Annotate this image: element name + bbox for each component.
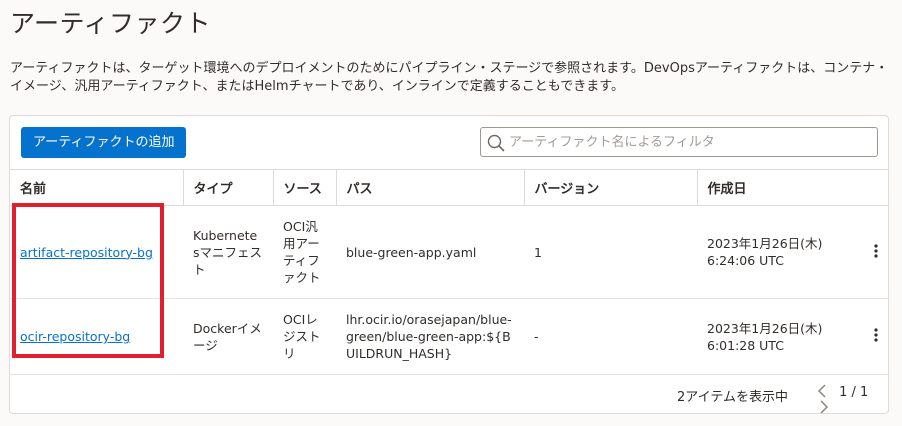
page-title: アーティファクト xyxy=(10,9,212,38)
artifact-created-cell: 2023年1月26日(木) 6:24:06 UTC xyxy=(697,205,888,299)
chevron-right-icon[interactable] xyxy=(816,400,830,414)
column-header-created[interactable]: 作成日 xyxy=(697,169,888,206)
artifact-type: Kubernetesマニフェスト xyxy=(183,205,273,299)
artifact-path: lhr.ocir.io/orasejapan/blue-green/blue-g… xyxy=(336,298,524,375)
artifact-type: Dockerイメージ xyxy=(183,298,273,375)
artifact-name-link[interactable]: artifact-repository-bg xyxy=(20,245,153,260)
pagination: 1 / 1 xyxy=(816,384,888,416)
table-header-row: 名前 タイプ ソース パス バージョン 作成日 xyxy=(10,169,888,206)
artifact-created: 2023年1月26日(木) 6:24:06 UTC xyxy=(707,236,823,268)
table-row: artifact-repository-bg Kubernetesマニフェスト … xyxy=(10,205,888,299)
chevron-left-icon[interactable] xyxy=(816,384,830,398)
kebab-menu-icon[interactable] xyxy=(874,328,878,345)
table-row: ocir-repository-bg Dockerイメージ OCIレジストリ l… xyxy=(10,298,888,375)
page-description: アーティファクトは、ターゲット環境へのデプロイメントのためにパイプライン・ステー… xyxy=(10,61,889,94)
kebab-menu-icon[interactable] xyxy=(874,243,878,261)
artifact-version: - xyxy=(524,298,697,375)
filter-box[interactable] xyxy=(480,127,878,157)
filter-input[interactable] xyxy=(509,130,869,154)
add-artifact-button[interactable]: アーティファクトの追加 xyxy=(21,127,187,158)
column-header-version[interactable]: バージョン xyxy=(524,169,698,206)
artifact-name-link[interactable]: ocir-repository-bg xyxy=(20,329,130,344)
artifact-source: OCI汎用アーティファクト xyxy=(273,205,336,299)
artifacts-panel: アーティファクトの追加 名前 タイプ ソース パス バージョン 作成日 xyxy=(9,115,889,414)
artifact-path: blue-green-app.yaml xyxy=(336,205,524,299)
column-header-type[interactable]: タイプ xyxy=(183,169,274,206)
column-header-source[interactable]: ソース xyxy=(273,169,337,206)
page-indicator: 1 / 1 xyxy=(839,385,869,400)
artifact-version: 1 xyxy=(524,205,697,299)
artifact-created-cell: 2023年1月26日(木) 6:01:28 UTC xyxy=(697,298,888,375)
column-header-name[interactable]: 名前 xyxy=(10,169,184,206)
artifacts-table: 名前 タイプ ソース パス バージョン 作成日 artifact-reposit… xyxy=(10,169,888,375)
item-count: 2アイテムを表示中 xyxy=(677,390,788,405)
artifact-source: OCIレジストリ xyxy=(273,298,336,375)
artifact-created: 2023年1月26日(木) 6:01:28 UTC xyxy=(707,320,823,353)
column-header-path[interactable]: パス xyxy=(336,169,525,206)
search-icon xyxy=(487,134,505,152)
